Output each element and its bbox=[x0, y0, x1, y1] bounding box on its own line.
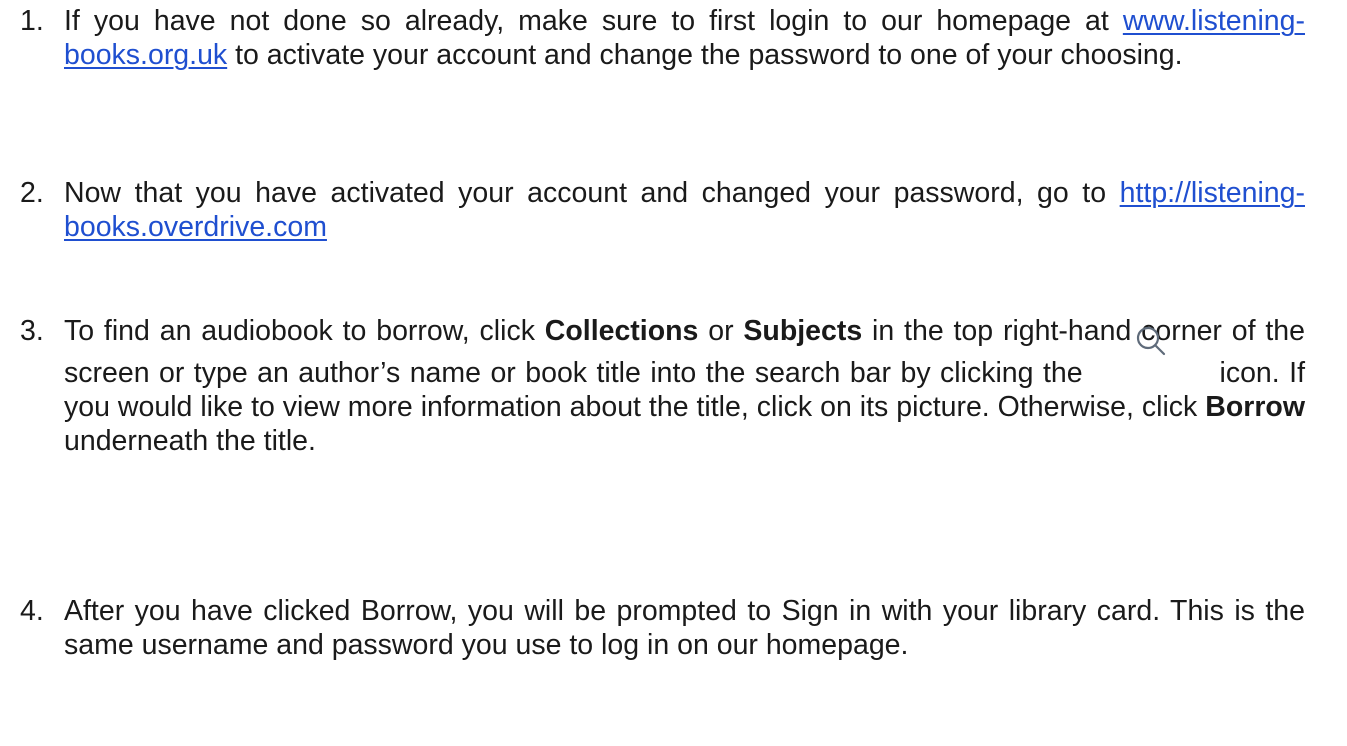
collections-label: Collections bbox=[544, 315, 699, 347]
step-1: 1. If you have not done so already, make… bbox=[20, 4, 1305, 72]
step-2: 2. Now that you have activated your acco… bbox=[20, 176, 1305, 244]
step-number: 2. bbox=[20, 177, 44, 209]
step-3: 3. To find an audiobook to borrow, click… bbox=[20, 314, 1305, 458]
step-text: If you have not done so already, make su… bbox=[64, 5, 1305, 71]
step-number: 3. bbox=[20, 315, 44, 347]
magnifier-icon bbox=[1136, 326, 1166, 356]
subjects-label: Subjects bbox=[743, 315, 863, 347]
step-number: 1. bbox=[20, 5, 44, 37]
borrow-label: Borrow bbox=[1205, 391, 1305, 423]
step-text: To find an audiobook to borrow, click Co… bbox=[64, 315, 1305, 457]
step-text: After you have clicked Borrow, you will … bbox=[64, 595, 1305, 661]
instructions-document: 1. If you have not done so already, make… bbox=[0, 0, 1347, 746]
step-text: Now that you have activated your account… bbox=[64, 177, 1305, 243]
search-icon bbox=[1092, 326, 1210, 382]
step-4: 4. After you have clicked Borrow, you wi… bbox=[20, 594, 1305, 662]
step-number: 4. bbox=[20, 595, 44, 627]
